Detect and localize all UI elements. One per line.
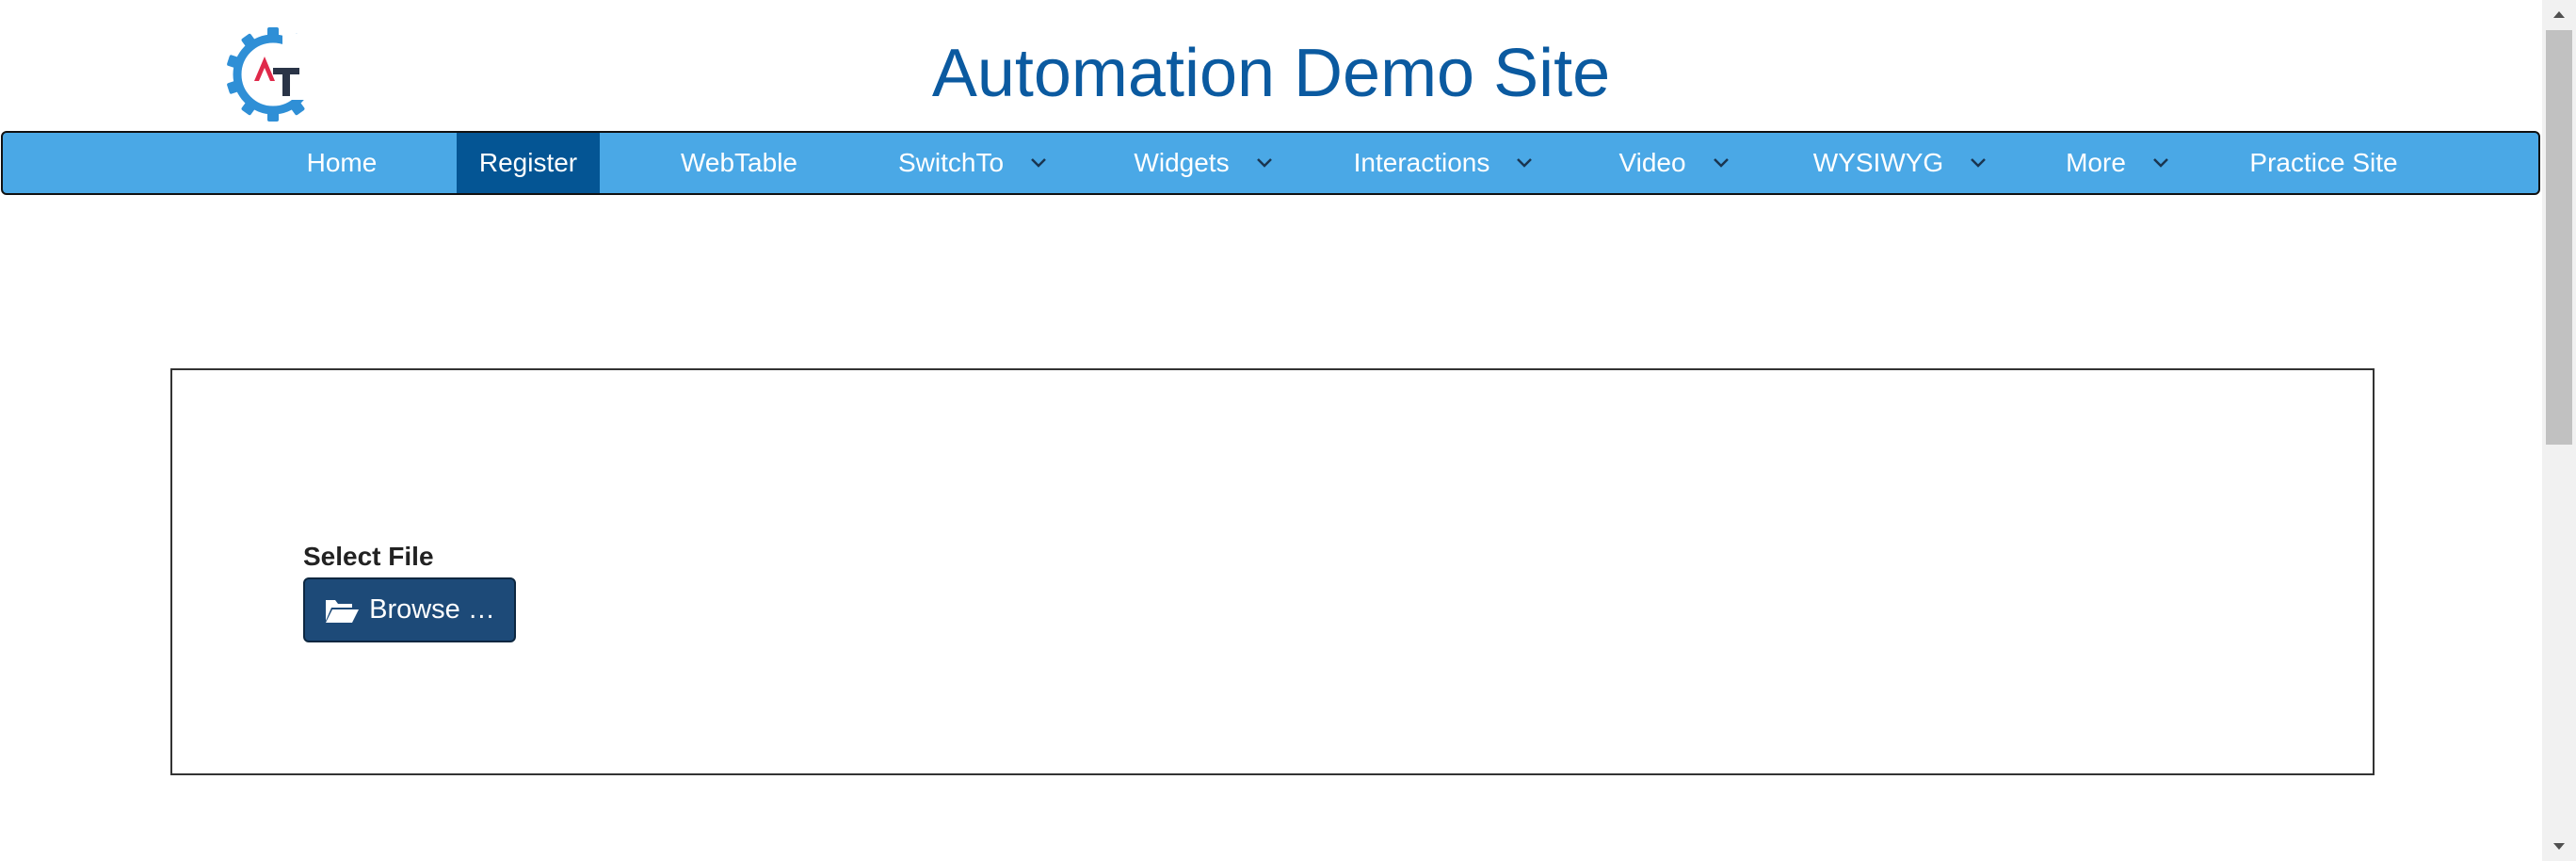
nav-practice-site[interactable]: Practice Site — [2234, 133, 2413, 193]
nav-widgets[interactable]: Widgets — [1114, 133, 1293, 193]
browse-button[interactable]: Browse … — [303, 577, 516, 642]
chevron-down-icon — [1256, 158, 1272, 168]
nav-switchto-label: SwitchTo — [897, 148, 1005, 177]
page: Automation Demo Site Home Register WebTa… — [0, 0, 2576, 861]
nav-interactions-label: Interactions — [1353, 148, 1490, 177]
nav-practice-site-label: Practice Site — [2249, 148, 2398, 177]
nav-wysiwyg[interactable]: WYSIWYG — [1796, 133, 2004, 193]
browse-button-label: Browse … — [369, 594, 495, 625]
chevron-down-icon — [1517, 158, 1533, 168]
nav-video-label: Video — [1618, 148, 1686, 177]
nav-webtable-label: WebTable — [680, 148, 797, 177]
arrow-down-icon — [2553, 843, 2565, 850]
site-title: Automation Demo Site — [931, 36, 1611, 111]
folder-open-icon — [326, 599, 360, 623]
nav-video[interactable]: Video — [1603, 133, 1745, 193]
chevron-down-icon — [2153, 158, 2168, 168]
main-navbar: Home Register WebTable SwitchTo Widgets … — [1, 131, 2540, 195]
nav-register[interactable]: Register — [457, 133, 600, 193]
scroll-down-button[interactable] — [2542, 833, 2576, 861]
scroll-thumb[interactable] — [2546, 30, 2572, 445]
nav-more[interactable]: More — [2052, 133, 2183, 193]
nav-register-label: Register — [478, 148, 578, 177]
nav-home[interactable]: Home — [281, 133, 403, 193]
nav-interactions[interactable]: Interactions — [1335, 133, 1552, 193]
arrow-up-icon — [2553, 11, 2565, 18]
select-file-label: Select File — [303, 542, 434, 571]
nav-home-label: Home — [306, 148, 378, 177]
nav-wysiwyg-label: WYSIWYG — [1812, 148, 1944, 177]
chevron-down-icon — [1031, 158, 1046, 168]
nav-more-label: More — [2066, 148, 2126, 177]
upload-panel — [170, 368, 2375, 775]
nav-webtable[interactable]: WebTable — [652, 133, 826, 193]
chevron-down-icon — [1971, 158, 1987, 168]
scroll-up-button[interactable] — [2542, 0, 2576, 28]
nav-switchto[interactable]: SwitchTo — [878, 133, 1067, 193]
chevron-down-icon — [1713, 158, 1729, 168]
nav-widgets-label: Widgets — [1134, 148, 1230, 177]
vertical-scrollbar[interactable] — [2542, 0, 2576, 861]
